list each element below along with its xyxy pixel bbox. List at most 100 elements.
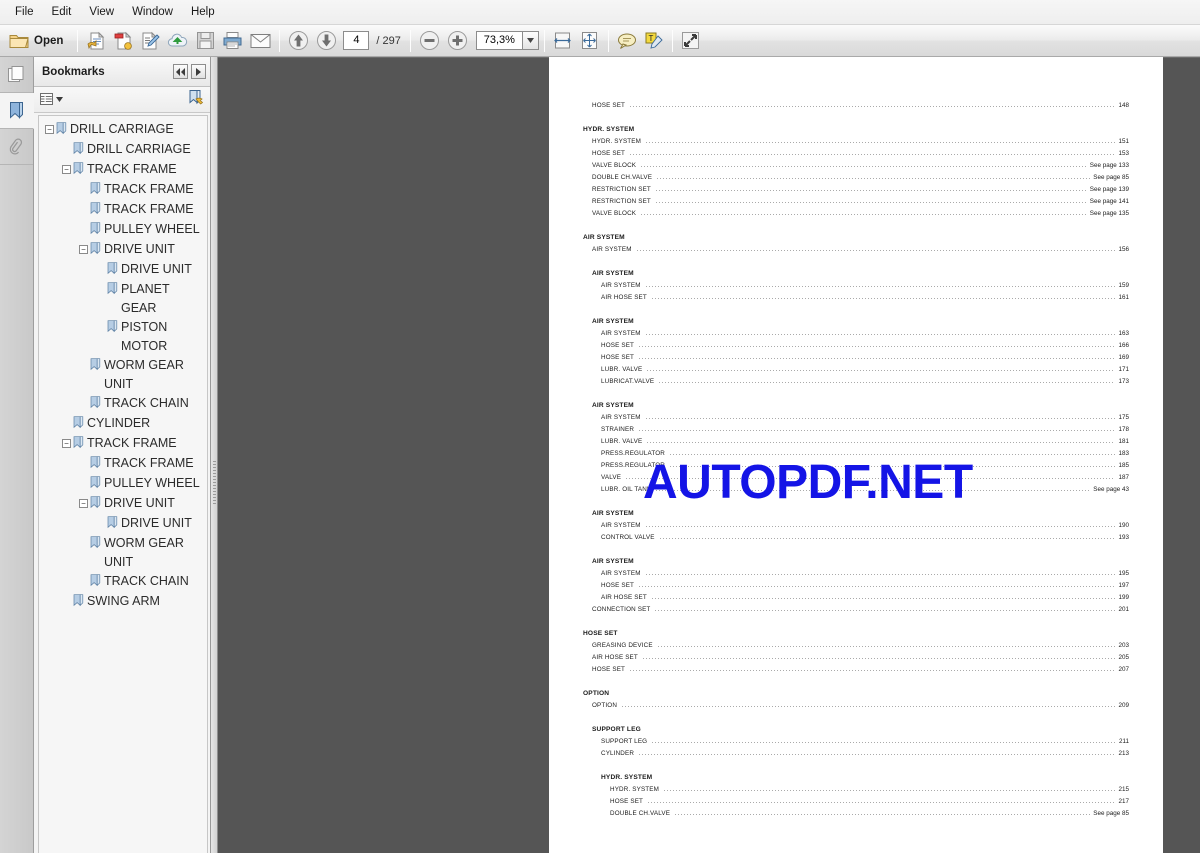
toc-entry[interactable]: VALVE BLOCK See page 135 [583,205,1129,217]
add-comment-button[interactable] [614,28,640,54]
email-button[interactable] [247,28,274,54]
toc-entry[interactable]: AIR HOSE SET 199 [583,589,1129,601]
zoom-level-input[interactable]: 73,3% [475,31,522,50]
toc-entry[interactable]: HOSE SET 148 [583,97,1129,109]
toc-entry[interactable]: LUBR. VALVE 181 [583,433,1129,445]
toc-entry[interactable]: SUPPORT LEG 211 [583,733,1129,745]
highlight-text-button[interactable]: T [641,28,667,54]
bookmark-item[interactable]: TRACK FRAME [39,200,207,220]
attachments-tab[interactable] [0,129,33,165]
bookmark-collapse-toggle[interactable]: − [62,165,71,174]
toc-entry[interactable]: PRESS.REGULATOR 183 [583,445,1129,457]
toc-entry[interactable]: AIR SYSTEM 156 [583,241,1129,253]
toc-entry[interactable]: LUBRICAT.VALVE 173 [583,373,1129,385]
toc-entry[interactable]: HYDR. SYSTEM 215 [583,781,1129,793]
toc-entry[interactable]: VALVE BLOCK See page 133 [583,157,1129,169]
edit-pdf-button[interactable] [137,28,163,54]
panel-splitter[interactable] [211,57,218,853]
bookmark-item[interactable]: TRACK FRAME [39,180,207,200]
upload-cloud-button[interactable] [164,28,191,54]
toc-entry[interactable]: HOSE SET 217 [583,793,1129,805]
toc-entry[interactable]: HOSE SET 153 [583,145,1129,157]
bookmark-collapse-toggle[interactable]: − [45,125,54,134]
toc-entry[interactable]: HOSE SET 207 [583,661,1129,673]
save-button[interactable] [192,28,218,54]
bookmark-item[interactable]: TRACK CHAIN [39,394,207,414]
toc-entry[interactable]: VALVE 187 [583,469,1129,481]
bookmark-item[interactable]: PISTON MOTOR [39,318,207,356]
toc-entry[interactable]: AIR SYSTEM 163 [583,325,1129,337]
toc-entry[interactable]: HOSE SET 166 [583,337,1129,349]
toc-entry[interactable]: OPTION 209 [583,697,1129,709]
bookmark-options-button[interactable] [40,93,63,106]
fit-page-button[interactable] [577,28,603,54]
bookmark-item[interactable]: CYLINDER [39,414,207,434]
splitter-grip[interactable] [213,461,216,505]
bookmark-collapse-toggle[interactable]: − [79,499,88,508]
bookmark-item[interactable]: PLANET GEAR [39,280,207,318]
bookmark-item[interactable]: − DRIVE UNIT [39,494,207,514]
menu-item-view[interactable]: View [80,3,123,21]
menu-item-file[interactable]: File [6,3,43,21]
zoom-in-button[interactable] [444,28,471,54]
toc-entry[interactable]: RESTRICTION SET See page 139 [583,181,1129,193]
zoom-out-button[interactable] [416,28,443,54]
print-button[interactable] [219,28,246,54]
document-viewport[interactable]: HOSE SET 148 HYDR. SYSTEM HYDR. SYSTEM 151 HO… [218,57,1200,853]
toc-entry[interactable]: AIR SYSTEM 190 [583,517,1129,529]
previous-page-button[interactable] [285,28,312,54]
open-button[interactable]: Open [4,28,72,54]
toc-entry[interactable]: AIR SYSTEM 195 [583,565,1129,577]
toc-entry[interactable]: LUBR. OIL TANK See page 43 [583,481,1129,493]
toc-entry[interactable]: LUBR. VALVE 171 [583,361,1129,373]
bookmark-item[interactable]: − DRIVE UNIT [39,240,207,260]
collapse-panel-button[interactable] [173,64,188,79]
bookmark-item[interactable]: PULLEY WHEEL [39,474,207,494]
bookmark-item[interactable]: WORM GEAR UNIT [39,356,207,394]
toc-entry[interactable]: RESTRICTION SET See page 141 [583,193,1129,205]
toc-entry[interactable]: AIR SYSTEM 159 [583,277,1129,289]
menu-item-window[interactable]: Window [123,3,182,21]
bookmark-collapse-toggle[interactable]: − [79,245,88,254]
pages-thumbnail-tab[interactable] [0,57,33,93]
toc-entry[interactable]: HOSE SET 169 [583,349,1129,361]
create-pdf-button[interactable] [110,28,136,54]
bookmark-item[interactable]: WORM GEAR UNIT [39,534,207,572]
page-number-input[interactable]: 4 [343,31,370,50]
toc-entry[interactable]: AIR HOSE SET 205 [583,649,1129,661]
next-page-button[interactable] [313,28,340,54]
bookmark-item[interactable]: − DRILL CARRIAGE [39,120,207,140]
menu-item-help[interactable]: Help [182,3,224,21]
toc-entry[interactable]: HYDR. SYSTEM 151 [583,133,1129,145]
toc-entry[interactable]: PRESS.REGULATOR 185 [583,457,1129,469]
toc-entry[interactable]: GREASING DEVICE 203 [583,637,1129,649]
bookmark-item[interactable]: DRILL CARRIAGE [39,140,207,160]
bookmark-item[interactable]: − TRACK FRAME [39,434,207,454]
toc-entry[interactable]: CONNECTION SET 201 [583,601,1129,613]
bookmark-collapse-toggle[interactable]: − [62,439,71,448]
toc-entry[interactable]: DOUBLE CH.VALVE See page 85 [583,169,1129,181]
toc-entry[interactable]: CONTROL VALVE 193 [583,529,1129,541]
bookmarks-tab[interactable] [0,93,34,129]
menu-item-edit[interactable]: Edit [43,3,81,21]
new-bookmark-button[interactable] [187,89,204,111]
open-from-web-button[interactable] [83,28,109,54]
toc-entry[interactable]: AIR HOSE SET 161 [583,289,1129,301]
toc-entry[interactable]: AIR SYSTEM 175 [583,409,1129,421]
bookmark-item[interactable]: TRACK CHAIN [39,572,207,592]
toc-entry[interactable]: DOUBLE CH.VALVE See page 85 [583,805,1129,817]
fullscreen-button[interactable] [678,28,704,54]
bookmark-item[interactable]: SWING ARM [39,592,207,612]
toc-entry[interactable]: STRAINER 178 [583,421,1129,433]
toc-entry[interactable]: HOSE SET 197 [583,577,1129,589]
bookmark-item[interactable]: − TRACK FRAME [39,160,207,180]
bookmark-item[interactable]: DRIVE UNIT [39,514,207,534]
expand-panel-button[interactable] [191,64,206,79]
bookmark-item[interactable]: PULLEY WHEEL [39,220,207,240]
fit-width-button[interactable] [550,28,576,54]
bookmark-item[interactable]: DRIVE UNIT [39,260,207,280]
toc-entry[interactable]: CYLINDER 213 [583,745,1129,757]
bookmarks-tree[interactable]: − DRILL CARRIAGE DRILL CARRIAGE − TRACK FRAM… [38,115,208,853]
bookmark-item[interactable]: TRACK FRAME [39,454,207,474]
zoom-dropdown-button[interactable] [521,31,539,50]
